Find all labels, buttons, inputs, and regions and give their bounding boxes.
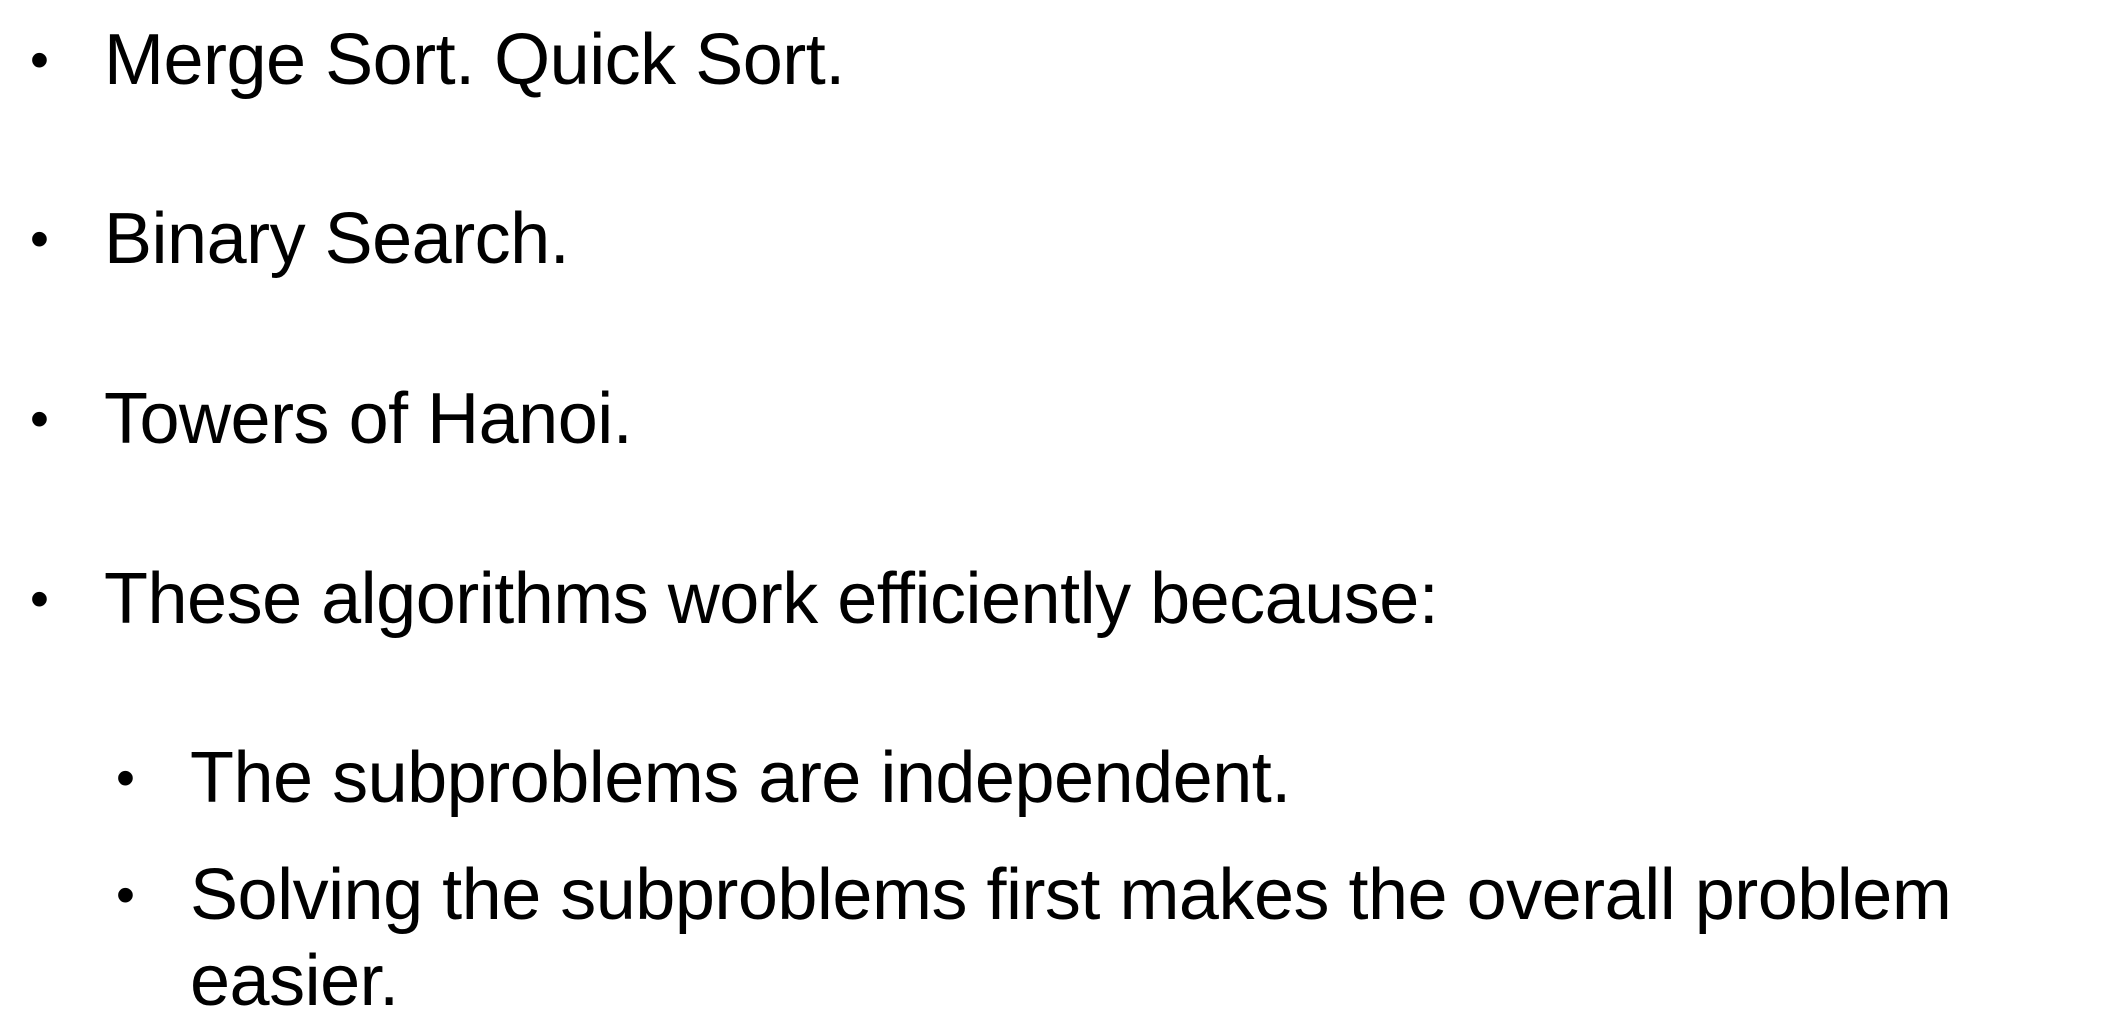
bullet-text: Binary Search. — [104, 199, 570, 279]
bullet-dot-icon: • — [116, 748, 135, 808]
sub-bullet-text: The subproblems are independent. — [190, 738, 1291, 818]
sub-bullet-item-easier: • Solving the subproblems first makes th… — [86, 852, 2115, 1024]
sub-bullet-item-independent: • The subproblems are independent. — [86, 735, 1291, 821]
bullet-item-efficiency-reason: • These algorithms work efficiently beca… — [0, 556, 1439, 642]
bullet-text: Merge Sort. Quick Sort. — [104, 20, 845, 100]
bullet-dot-icon: • — [30, 389, 49, 449]
slide: • Merge Sort. Quick Sort. • Binary Searc… — [0, 0, 2120, 1024]
bullet-dot-icon: • — [30, 30, 49, 90]
bullet-text: These algorithms work efficiently becaus… — [104, 559, 1439, 639]
bullet-dot-icon: • — [116, 865, 135, 925]
bullet-dot-icon: • — [30, 209, 49, 269]
bullet-dot-icon: • — [30, 569, 49, 629]
bullet-item-towers-of-hanoi: • Towers of Hanoi. — [0, 376, 633, 462]
sub-bullet-text: Solving the subproblems first makes the … — [190, 855, 1952, 1021]
bullet-item-merge-sort: • Merge Sort. Quick Sort. — [0, 17, 845, 103]
bullet-item-binary-search: • Binary Search. — [0, 196, 570, 282]
bullet-text: Towers of Hanoi. — [104, 379, 633, 459]
